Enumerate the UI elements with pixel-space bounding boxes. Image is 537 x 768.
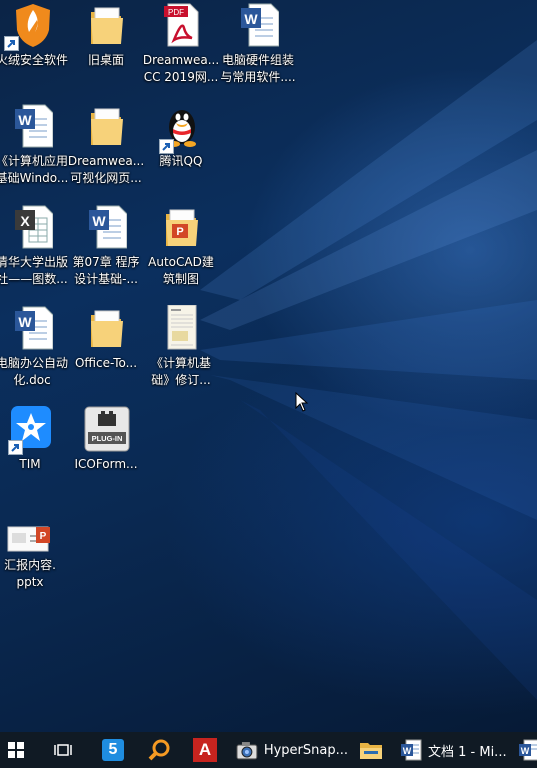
desktop-icon-label-line2: CC 2019网... xyxy=(143,70,219,84)
desktop-icon-report-pptx[interactable]: P 汇报内容. pptx xyxy=(0,505,68,601)
desktop-icon-label-line2: 基础Windo... xyxy=(0,171,69,185)
pinned-app-5[interactable]: 5 xyxy=(98,732,128,768)
folder-icon xyxy=(91,108,123,145)
hypersnap-camera-icon xyxy=(236,742,258,760)
shortcut-arrow-icon xyxy=(159,139,174,154)
pdf-badge: PDF xyxy=(168,8,184,17)
desktop-icon-computer-basics-revision[interactable]: 《计算机基 础》修订... xyxy=(143,303,219,399)
pptx-thumbnail-icon: P xyxy=(7,526,50,552)
taskbar-window-label: 文档 1 - Mi... xyxy=(428,744,507,760)
svg-text:P: P xyxy=(176,226,183,238)
desktop-icon-office-tools-folder[interactable]: Office-To... xyxy=(68,303,144,399)
file-explorer-icon xyxy=(360,743,382,759)
folder-icon xyxy=(91,310,123,347)
document-thumbnail-icon xyxy=(167,305,197,350)
desktop-icon-label-line2: 筑制图 xyxy=(162,272,199,286)
pinned-autocad-app[interactable]: A xyxy=(190,732,220,768)
desktop-icon-label: Dreamwea... xyxy=(67,154,145,168)
desktop-icon-hardware-doc[interactable]: W 电脑硬件组装 与常用软件.... xyxy=(220,0,296,96)
task-view-button[interactable] xyxy=(48,732,78,768)
magnifier-app-icon xyxy=(148,739,170,761)
desktop-icon-huorong[interactable]: 火绒安全软件 xyxy=(0,0,70,96)
task-view-icon xyxy=(54,744,72,756)
desktop-icon-label: 清华大学出版 xyxy=(0,255,68,269)
desktop-icon-label: ICOForm... xyxy=(74,457,138,471)
word-doc-icon: W xyxy=(15,306,53,350)
desktop-icon-label: 第07章 程序 xyxy=(72,255,140,269)
desktop-icon-label: 火绒安全软件 xyxy=(0,53,68,67)
desktop-icon-label-line2: pptx xyxy=(16,575,44,589)
taskbar-window-file-explorer[interactable] xyxy=(356,732,386,768)
desktop-icon-icoformat[interactable]: PLUG-IN ICOForm... xyxy=(68,404,144,500)
desktop-icon-dreamweaver-pdf[interactable]: PDF Dreamwea... CC 2019网... xyxy=(143,0,219,96)
desktop-icon-dreamweaver-folder[interactable]: Dreamwea... 可视化网页... xyxy=(68,101,144,197)
huorong-shield-icon xyxy=(16,4,50,47)
desktop-icon-label-line2: 与常用软件.... xyxy=(220,70,296,84)
desktop-icon-label-line2: 础》修订... xyxy=(151,373,211,387)
start-button[interactable] xyxy=(0,732,32,768)
word-app-icon: W xyxy=(401,739,422,761)
shortcut-arrow-icon xyxy=(4,36,19,51)
desktop-icon-tencent-qq[interactable]: 腾讯QQ xyxy=(143,101,219,197)
desktop-icon-label-line2: 化.doc xyxy=(13,373,51,387)
svg-text:W: W xyxy=(18,112,32,128)
desktop-icon-office-automation-doc[interactable]: W 电脑办公自动 化.doc xyxy=(0,303,70,399)
desktop-icon-label-line2: 设计基础-... xyxy=(74,272,138,286)
desktop-icon-label: Office-To... xyxy=(74,356,138,370)
word-doc-icon: W xyxy=(89,205,127,249)
desktop-icon-computer-app-doc[interactable]: W 《计算机应用 基础Windo... xyxy=(0,101,70,197)
taskbar-window-hypersnap[interactable]: HyperSnap... xyxy=(236,732,348,768)
autocad-app-icon: A xyxy=(193,738,217,762)
plugin-icon: PLUG-IN xyxy=(84,406,130,452)
taskbar-window-label: HyperSnap... xyxy=(263,742,348,758)
desktop-icon-label: 腾讯QQ xyxy=(159,154,203,168)
desktop-icon-old-desktop[interactable]: 旧桌面 xyxy=(68,0,144,96)
svg-text:W: W xyxy=(521,746,530,756)
svg-text:W: W xyxy=(92,213,106,229)
desktop-icon-label: 电脑办公自动 xyxy=(0,356,68,370)
word-doc-icon: W xyxy=(241,3,279,47)
desktop-icon-label-line2: 可视化网页... xyxy=(70,171,142,185)
desktop-icon-label: 电脑硬件组装 xyxy=(221,53,294,67)
desktop-icon-label: AutoCAD建 xyxy=(148,255,214,269)
pdf-file-icon: PDF xyxy=(164,3,199,47)
desktop-background[interactable]: 火绒安全软件 旧桌面 PDF Dreamwea... CC 2019网... W… xyxy=(0,0,537,732)
desktop-icon-label: 汇报内容. xyxy=(4,558,56,572)
desktop-icon-tsinghua-excel[interactable]: X 清华大学出版 社——图数... xyxy=(0,202,70,298)
desktop-icon-chapter07-doc[interactable]: W 第07章 程序 设计基础-... xyxy=(68,202,144,298)
svg-text:W: W xyxy=(403,746,412,756)
windows-start-icon xyxy=(8,742,24,758)
desktop-icon-label: 旧桌面 xyxy=(87,53,124,67)
word-app-icon: W xyxy=(519,739,537,761)
app-5-icon: 5 xyxy=(102,739,124,761)
excel-doc-icon: X xyxy=(15,205,53,249)
svg-text:P: P xyxy=(40,531,47,542)
powerpoint-folder-icon: P xyxy=(166,209,198,246)
desktop-icon-label: 《计算机应用 xyxy=(0,154,68,168)
svg-text:W: W xyxy=(18,314,32,330)
word-doc-icon: W xyxy=(15,104,53,148)
svg-text:X: X xyxy=(20,213,30,229)
taskbar-window-word-second[interactable]: W xyxy=(518,732,537,768)
desktop-icon-label: 《计算机基 xyxy=(150,356,211,370)
pinned-magnifier-app[interactable] xyxy=(144,732,174,768)
desktop-icon-autocad-folder[interactable]: P AutoCAD建 筑制图 xyxy=(143,202,219,298)
svg-text:W: W xyxy=(244,11,258,27)
taskbar: 5 A HyperSnap... W 文档 1 - Mi... W xyxy=(0,732,537,768)
desktop-icon-label: Dreamwea... xyxy=(142,53,220,67)
taskbar-window-word-document-1[interactable]: W 文档 1 - Mi... xyxy=(400,732,508,768)
plugin-badge: PLUG-IN xyxy=(92,434,123,443)
desktop-icon-label-line2: 社——图数... xyxy=(0,272,68,286)
desktop-icon-label: TIM xyxy=(19,457,41,471)
mouse-cursor-icon xyxy=(295,392,309,412)
desktop-icon-tim[interactable]: TIM xyxy=(0,404,68,500)
shortcut-arrow-icon xyxy=(8,440,23,455)
folder-icon xyxy=(91,7,123,44)
